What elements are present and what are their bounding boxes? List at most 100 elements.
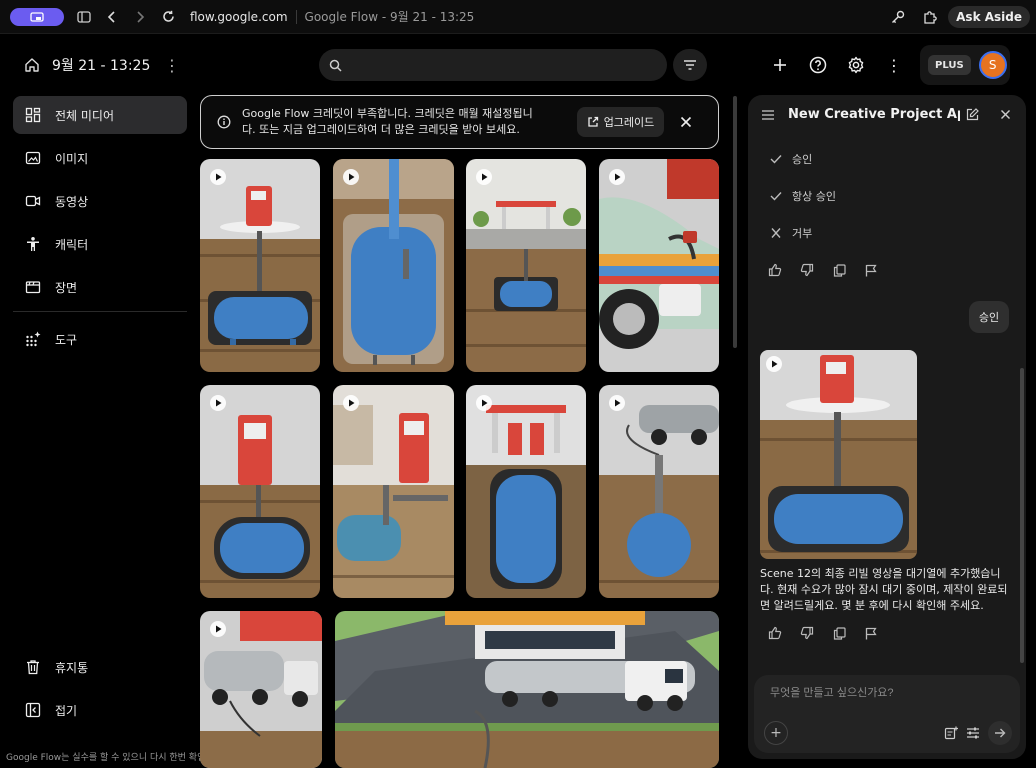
project-header: 9월 21 - 13:25 ⋮ [14,52,186,78]
credit-warning-banner: Google Flow 크레딧이 부족합니다. 크레딧은 매월 재설정됩니다. … [200,95,719,149]
tank-illustration [200,159,320,372]
avatar[interactable]: S [978,51,1007,79]
option-approve[interactable]: 승인 [770,149,812,169]
info-icon [217,115,231,129]
media-tile[interactable] [200,611,322,768]
upgrade-button[interactable]: 업그레이드 [577,107,664,137]
ask-aside-button[interactable]: Ask Aside [948,6,1030,28]
sidebar-divider [13,311,187,312]
forward-icon[interactable] [126,6,154,28]
sidebar-item-label: 장면 [55,280,78,295]
tab-group-icon[interactable] [10,7,64,26]
media-tile[interactable] [466,385,586,598]
car-refuel-illustration [599,159,719,372]
thumbs-up-icon[interactable] [766,624,784,642]
back-icon[interactable] [98,6,126,28]
sidebar-toggle-icon[interactable] [70,6,98,28]
play-icon [609,169,625,185]
media-tile[interactable] [333,385,454,598]
sidebar-item-label: 휴지통 [55,660,89,675]
thumbs-down-icon[interactable] [798,624,816,642]
media-tile[interactable] [333,159,454,372]
address-bar-url[interactable]: flow.google.com [190,10,288,24]
close-icon[interactable] [675,111,697,133]
option-label: 승인 [792,153,813,166]
sidebar-item-characters[interactable]: 캐릭터 [13,225,187,263]
flag-icon[interactable] [862,624,880,642]
add-media-icon[interactable] [944,726,958,740]
send-button[interactable] [988,721,1012,745]
plan-badge[interactable]: PLUS [928,55,971,75]
close-icon[interactable] [1000,109,1011,120]
panel-title: New Creative Project App... [788,107,960,122]
account-area: PLUS S [920,45,1010,85]
edit-icon[interactable] [966,108,979,121]
more-vert-icon[interactable]: ⋮ [164,56,180,75]
underground-tank-illustration [466,385,586,598]
sidebar-item-scenes[interactable]: 장면 [13,268,187,306]
station-cutaway-illustration [333,385,454,598]
sidebar-bottom: 휴지통 접기 [13,648,187,734]
reload-icon[interactable] [154,6,182,28]
tune-icon[interactable] [966,727,980,739]
thumbs-up-icon[interactable] [766,261,784,279]
extensions-icon[interactable] [916,6,944,28]
menu-icon[interactable] [762,110,774,120]
play-icon [210,169,226,185]
search-input[interactable] [350,58,650,72]
collapse-icon [25,702,41,718]
flag-icon[interactable] [862,261,880,279]
browser-toolbar: flow.google.com Google Flow - 9월 21 - 13… [0,0,1036,34]
aerial-station-illustration [335,611,719,768]
trash-icon [25,659,41,675]
prompt-input[interactable] [770,687,1000,699]
option-reject[interactable]: 거부 [770,223,812,243]
generated-media-preview[interactable] [760,350,917,559]
media-tile[interactable] [335,611,719,768]
media-tile[interactable] [200,159,320,372]
sidebar-item-label: 도구 [55,332,78,347]
media-tile[interactable] [599,385,719,598]
gallery-scrollbar[interactable] [733,96,737,348]
media-tile[interactable] [466,159,586,372]
option-label: 항상 승인 [792,190,836,203]
sidebar-item-all-media[interactable]: 전체 미디어 [13,96,187,134]
search-bar[interactable] [319,49,667,81]
add-icon[interactable] [766,51,794,79]
banner-message: Google Flow 크레딧이 부족합니다. 크레딧은 매월 재설정됩니다. … [242,107,533,136]
x-icon [770,228,782,238]
option-always-approve[interactable]: 항상 승인 [770,186,836,206]
tank-illustration [200,385,320,598]
sidebar-item-images[interactable]: 이미지 [13,139,187,177]
key-icon[interactable] [884,6,912,28]
search-icon [329,59,342,72]
more-vert-icon[interactable]: ⋮ [880,51,908,79]
tank-illustration [333,159,454,372]
settings-gear-icon[interactable] [842,51,870,79]
sidebar-tools: 도구 [13,320,187,363]
home-icon[interactable] [24,57,40,73]
tanker-tank-illustration [599,385,719,598]
thumbs-down-icon[interactable] [798,261,816,279]
sidebar-item-trash[interactable]: 휴지통 [13,648,187,686]
panel-scrollbar[interactable] [1020,368,1024,663]
filter-button[interactable] [673,49,707,81]
sidebar-item-collapse[interactable]: 접기 [13,691,187,729]
sidebar-item-tools[interactable]: 도구 [13,320,187,358]
play-icon [210,395,226,411]
person-icon [25,236,41,252]
media-tile[interactable] [200,385,320,598]
video-icon [25,193,41,209]
copy-icon[interactable] [830,624,848,642]
help-icon[interactable] [804,51,832,79]
sparkle-grid-icon [25,331,41,347]
media-tile[interactable] [599,159,719,372]
sidebar-item-label: 동영상 [55,194,89,209]
copy-icon[interactable] [830,261,848,279]
check-icon [770,154,782,164]
assistant-reply: Scene 12의 최종 리빌 영상을 대기열에 추가했습니다. 현재 수요가 … [760,567,1008,612]
sidebar-item-label: 이미지 [55,151,89,166]
upgrade-label: 업그레이드 [603,116,655,129]
sidebar-item-videos[interactable]: 동영상 [13,182,187,220]
add-attachment-button[interactable]: + [764,721,788,745]
